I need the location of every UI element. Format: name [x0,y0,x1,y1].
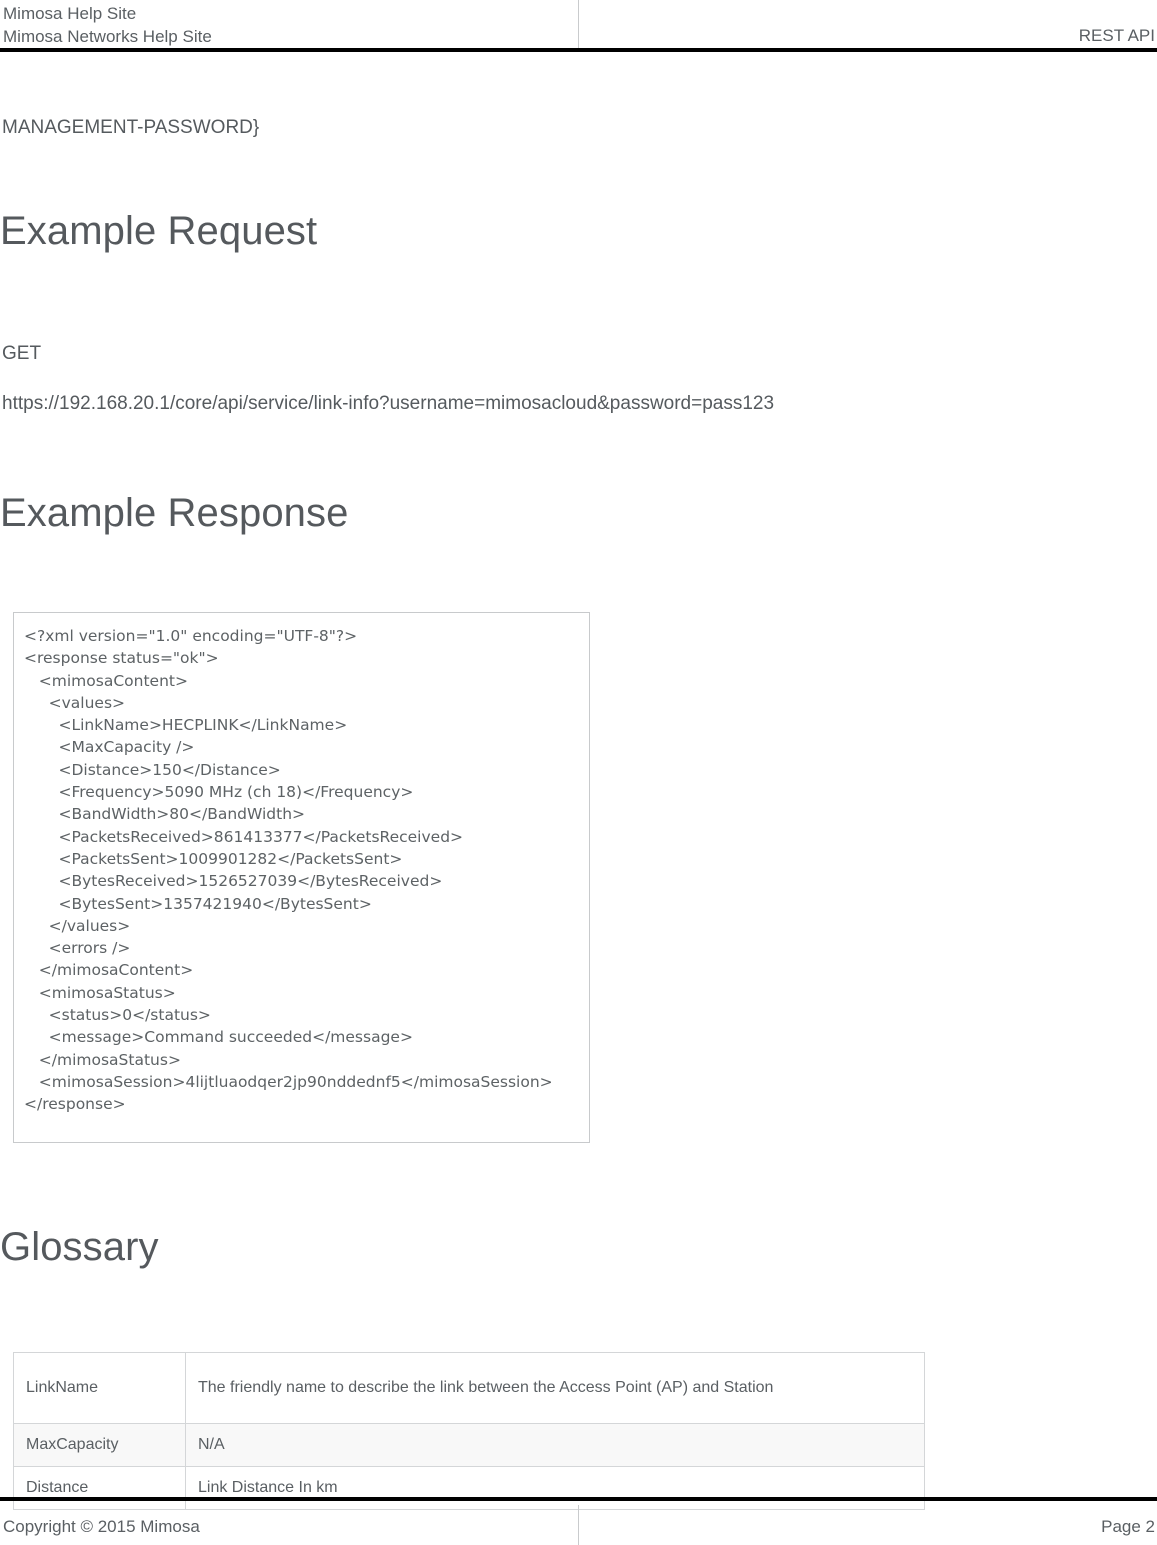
table-row: MaxCapacity N/A [13,1423,925,1467]
request-url: https://192.168.20.1/core/api/service/li… [2,393,775,414]
glossary-table-body: LinkName The friendly name to describe t… [13,1352,925,1510]
glossary-term: LinkName [13,1352,186,1424]
header-site-title: Mimosa Help Site [3,4,137,23]
footer-page-number: Page 2 [1101,1517,1155,1536]
management-password-fragment: MANAGEMENT-PASSWORD} [2,117,260,138]
header-site-subtitle: Mimosa Networks Help Site [3,27,212,46]
glossary-table: LinkName The friendly name to describe t… [13,1352,925,1510]
glossary-definition: The friendly name to describe the link b… [185,1352,925,1424]
response-code-block: <?xml version="1.0" encoding="UTF-8"?> <… [13,612,590,1143]
response-xml: <?xml version="1.0" encoding="UTF-8"?> <… [24,627,553,1114]
document-page: Mimosa Help Site Mimosa Networks Help Si… [0,0,1157,1545]
page-header: Mimosa Help Site Mimosa Networks Help Si… [0,0,1157,52]
footer-vertical-divider [578,1505,579,1545]
heading-example-request: Example Request [0,209,318,253]
heading-example-response: Example Response [0,491,349,535]
header-title-block: Mimosa Help Site Mimosa Networks Help Si… [3,2,563,48]
heading-glossary: Glossary [0,1225,159,1269]
header-section-label: REST API [1078,26,1155,45]
page-footer: Copyright © 2015 Mimosa Page 2 [0,1497,1157,1545]
http-method-label: GET [2,343,42,364]
table-row: LinkName The friendly name to describe t… [13,1352,925,1424]
header-vertical-divider [578,0,579,48]
glossary-definition: N/A [185,1423,925,1467]
glossary-term: MaxCapacity [13,1423,186,1467]
footer-copyright: Copyright © 2015 Mimosa [3,1517,200,1536]
